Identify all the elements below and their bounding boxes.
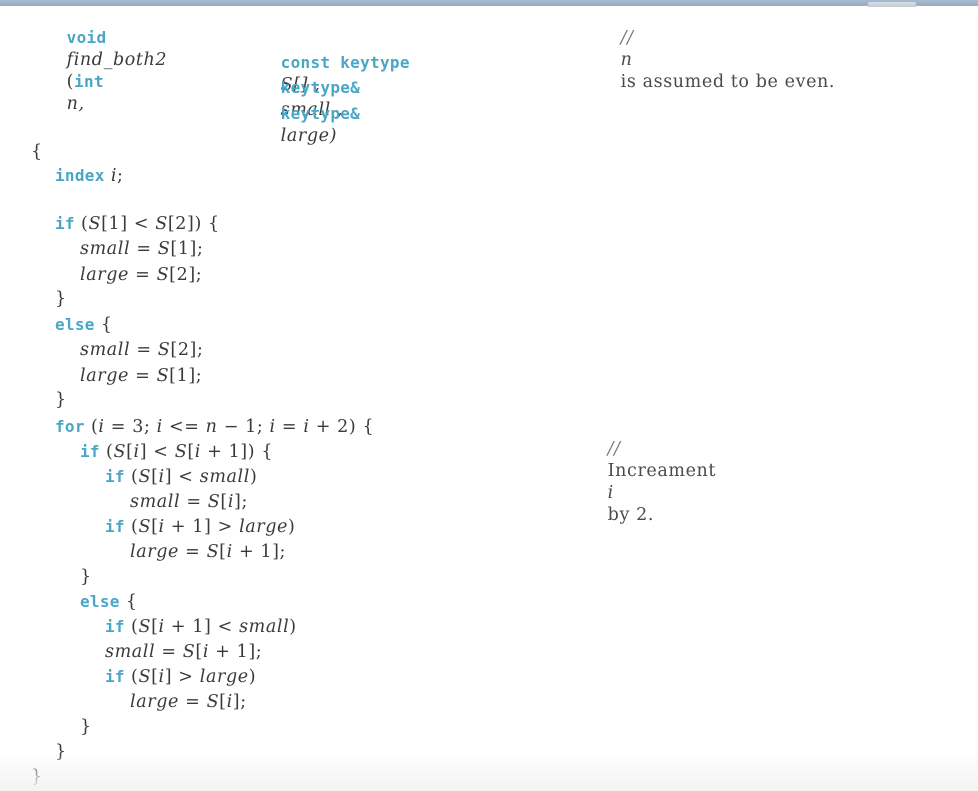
keyword: else — [55, 315, 95, 334]
comment-slash: // — [620, 28, 634, 48]
code-line: } — [55, 741, 67, 763]
code-text: (S[i + 1] < small) — [131, 617, 297, 637]
code-line: } — [80, 566, 92, 588]
code-line: else { — [80, 591, 138, 613]
code-text: i; — [110, 166, 124, 186]
keyword: void — [66, 28, 107, 47]
code-line: small = S[2]; — [80, 339, 203, 361]
code-text: large = S[2]; — [80, 265, 203, 285]
code-text: } — [31, 767, 43, 787]
keyword: int — [74, 72, 104, 91]
keyword: if — [105, 517, 125, 536]
code-line: { — [31, 141, 43, 163]
code-line: large = S[1]; — [80, 365, 202, 387]
keyword: index — [55, 166, 105, 185]
signature-line-1: void find_both2 (int n, — [42, 5, 167, 137]
comment-text: by 2. — [607, 505, 655, 525]
code-text: } — [55, 289, 67, 309]
keyword: if — [80, 442, 100, 461]
code-text: (S[i] < S[i + 1]) { — [106, 442, 274, 462]
code-text: large = S[i]; — [130, 692, 247, 712]
code-text: (S[i + 1] > large) — [131, 517, 296, 537]
code-line: large = S[2]; — [80, 264, 202, 286]
keyword: else — [80, 592, 120, 611]
param-name: n, — [66, 94, 85, 114]
bottom-fade — [0, 751, 978, 791]
code-line: } — [31, 766, 43, 788]
code-text: } — [55, 742, 67, 762]
code-line: if (S[i + 1] < small) — [105, 616, 297, 638]
code-line: } — [80, 716, 92, 738]
code-text: (S[i] > large) — [131, 667, 257, 687]
comment-var: i — [607, 483, 614, 503]
code-line: else { — [55, 314, 113, 336]
code-line: if (S[i] < small) — [105, 466, 257, 488]
code-line: } — [55, 389, 67, 411]
code-text: (S[i] < small) — [131, 467, 258, 487]
code-line: } — [55, 288, 67, 310]
code-text: } — [55, 390, 67, 410]
code-text: (i = 3; i <= n − 1; i = i + 2) { — [90, 417, 375, 437]
keyword: if — [105, 467, 125, 486]
code-line: large = S[i + 1]; — [130, 541, 286, 563]
keyword: if — [105, 617, 125, 636]
code-line: if (S[1] < S[2]) { — [55, 213, 220, 235]
code-text: } — [80, 717, 92, 737]
param-name: large) — [280, 126, 338, 146]
code-text: large = S[1]; — [80, 366, 203, 386]
keyword: if — [105, 667, 125, 686]
comment-text: Increament — [607, 461, 717, 481]
code-text: { — [100, 315, 113, 335]
code-text: small = S[i + 1]; — [105, 642, 263, 662]
code-text: } — [80, 567, 92, 587]
function-name: find_both2 — [66, 50, 168, 70]
code-line: small = S[i + 1]; — [105, 641, 262, 663]
comment-var: n — [620, 50, 633, 70]
keyword: if — [55, 214, 75, 233]
comment-text: is assumed to be even. — [620, 72, 836, 92]
code-line: if (S[i + 1] > large) — [105, 516, 295, 538]
code-line: for (i = 3; i <= n − 1; i = i + 2) { — [55, 416, 374, 438]
code-text: small = S[2]; — [80, 340, 204, 360]
code-line: small = S[i]; — [130, 491, 248, 513]
code-text: small = S[1]; — [80, 239, 204, 259]
comment-even: // n is assumed to be even. — [596, 5, 835, 115]
code-text: large = S[i + 1]; — [130, 542, 287, 562]
code-text: small = S[i]; — [130, 492, 248, 512]
keyword: for — [55, 417, 85, 436]
code-line: if (S[i] > large) — [105, 666, 256, 688]
code-text: { — [125, 592, 138, 612]
comment-increment: // Increament i by 2. — [583, 416, 716, 548]
code-line: large = S[i]; — [130, 691, 247, 713]
signature-line-4: keytype& large) — [256, 81, 360, 169]
code-line: small = S[1]; — [80, 238, 203, 260]
code-line: index i; — [55, 165, 124, 187]
keyword: keytype& — [280, 104, 361, 123]
window-tab[interactable] — [868, 2, 916, 7]
comment-slash: // — [607, 439, 621, 459]
code-text: (S[1] < S[2]) { — [81, 214, 220, 234]
paren: ( — [66, 72, 75, 92]
code-line: if (S[i] < S[i + 1]) { — [80, 441, 273, 463]
code-text: { — [31, 142, 43, 162]
